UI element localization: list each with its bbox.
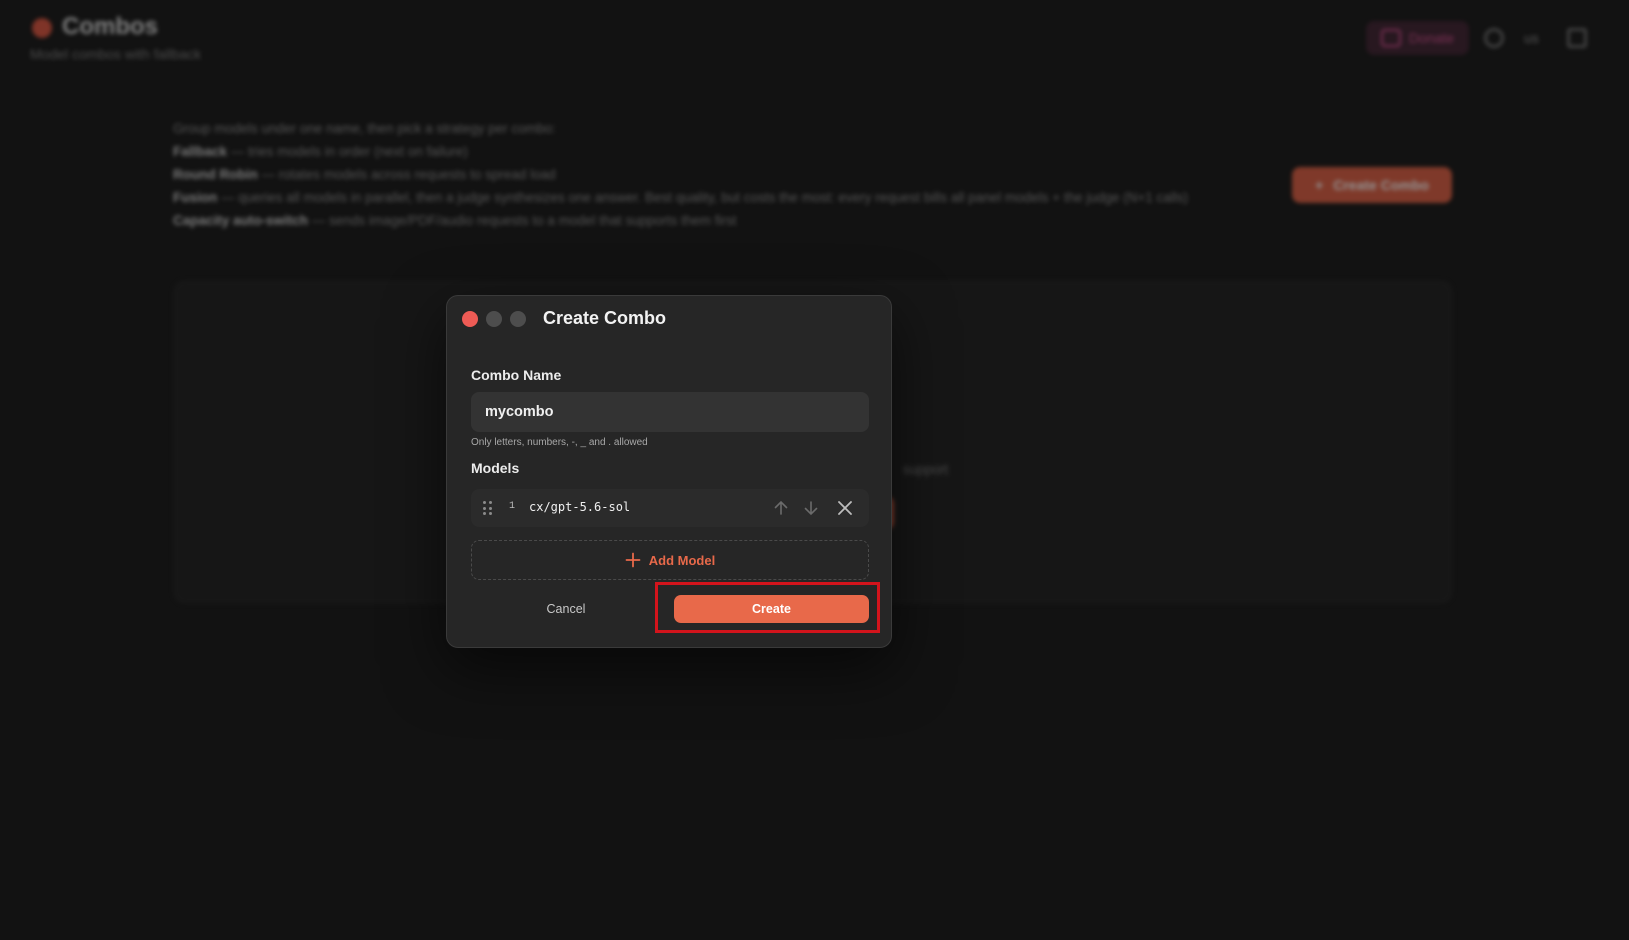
strategy-capacity: Capacity auto-switch — sends image/PDF/a… [173, 210, 1253, 233]
donate-icon [1380, 29, 1401, 47]
strategy-fallback: Fallback — tries models in order (next o… [173, 141, 1253, 164]
donate-label: Donate [1408, 30, 1455, 46]
strategy-desc: — rotates models across requests to spre… [261, 166, 556, 182]
language-selector[interactable]: us [1524, 30, 1539, 46]
arrow-up-icon [774, 500, 788, 515]
donate-button[interactable]: Donate [1366, 21, 1469, 55]
intro-summary: Group models under one name, then pick a… [173, 121, 556, 136]
add-model-label: Add Model [648, 552, 716, 568]
minimize-window-button[interactable] [486, 311, 502, 327]
modal-title: Create Combo [543, 308, 667, 328]
close-icon [838, 501, 852, 515]
intro-description: Group models under one name, then pick a… [173, 118, 1253, 233]
create-combo-modal: Create Combo Combo Name Only letters, nu… [446, 295, 892, 648]
strategy-round-robin: Round Robin — rotates models across requ… [173, 164, 1253, 187]
move-down-button[interactable] [799, 496, 823, 520]
window-controls [462, 311, 526, 327]
strategy-name: Round Robin [173, 166, 258, 182]
arrow-down-icon [804, 501, 818, 516]
brand-logo-icon [32, 18, 52, 38]
maximize-window-button[interactable] [510, 311, 526, 327]
top-bar: Combos Model combos with fallback Donate… [0, 0, 1629, 80]
strategy-desc: — tries models in order (next on failure… [230, 143, 468, 159]
combo-name-hint: Only letters, numbers, -, _ and . allowe… [471, 437, 648, 448]
strategy-desc: — sends image/PDF/audio requests to a mo… [311, 212, 737, 228]
strategy-name: Fusion [173, 189, 218, 205]
strategy-fusion: Fusion — queries all models in parallel,… [173, 187, 1253, 210]
move-up-button[interactable] [769, 496, 793, 520]
drag-handle-icon[interactable] [483, 501, 493, 516]
combo-name-label: Combo Name [471, 367, 562, 383]
model-index: 1 [509, 501, 516, 512]
strategy-name: Capacity auto-switch [173, 212, 309, 228]
strategy-name: Fallback [173, 143, 228, 159]
plus-icon [625, 552, 641, 568]
background-peek-text: support [903, 462, 949, 477]
page-title: Combos [62, 13, 158, 40]
theme-toggle-icon[interactable] [1484, 28, 1504, 48]
models-label: Models [471, 460, 520, 476]
cancel-button[interactable]: Cancel [471, 595, 661, 623]
menu-icon[interactable] [1567, 28, 1587, 48]
remove-model-button[interactable] [833, 496, 857, 520]
page-subtitle: Model combos with fallback [30, 46, 202, 62]
strategy-desc: — queries all models in parallel, then a… [221, 189, 1189, 205]
add-model-button[interactable]: Add Model [471, 540, 869, 580]
plus-icon: + [1315, 177, 1324, 193]
model-row: 1 cx/gpt-5.6-sol [471, 489, 869, 527]
create-combo-button[interactable]: + Create Combo [1292, 167, 1452, 203]
close-window-button[interactable] [462, 311, 478, 327]
create-button[interactable]: Create [674, 595, 869, 623]
combo-name-input[interactable] [471, 392, 869, 432]
model-name: cx/gpt-5.6-sol [529, 500, 631, 514]
create-combo-label: Create Combo [1333, 177, 1429, 193]
